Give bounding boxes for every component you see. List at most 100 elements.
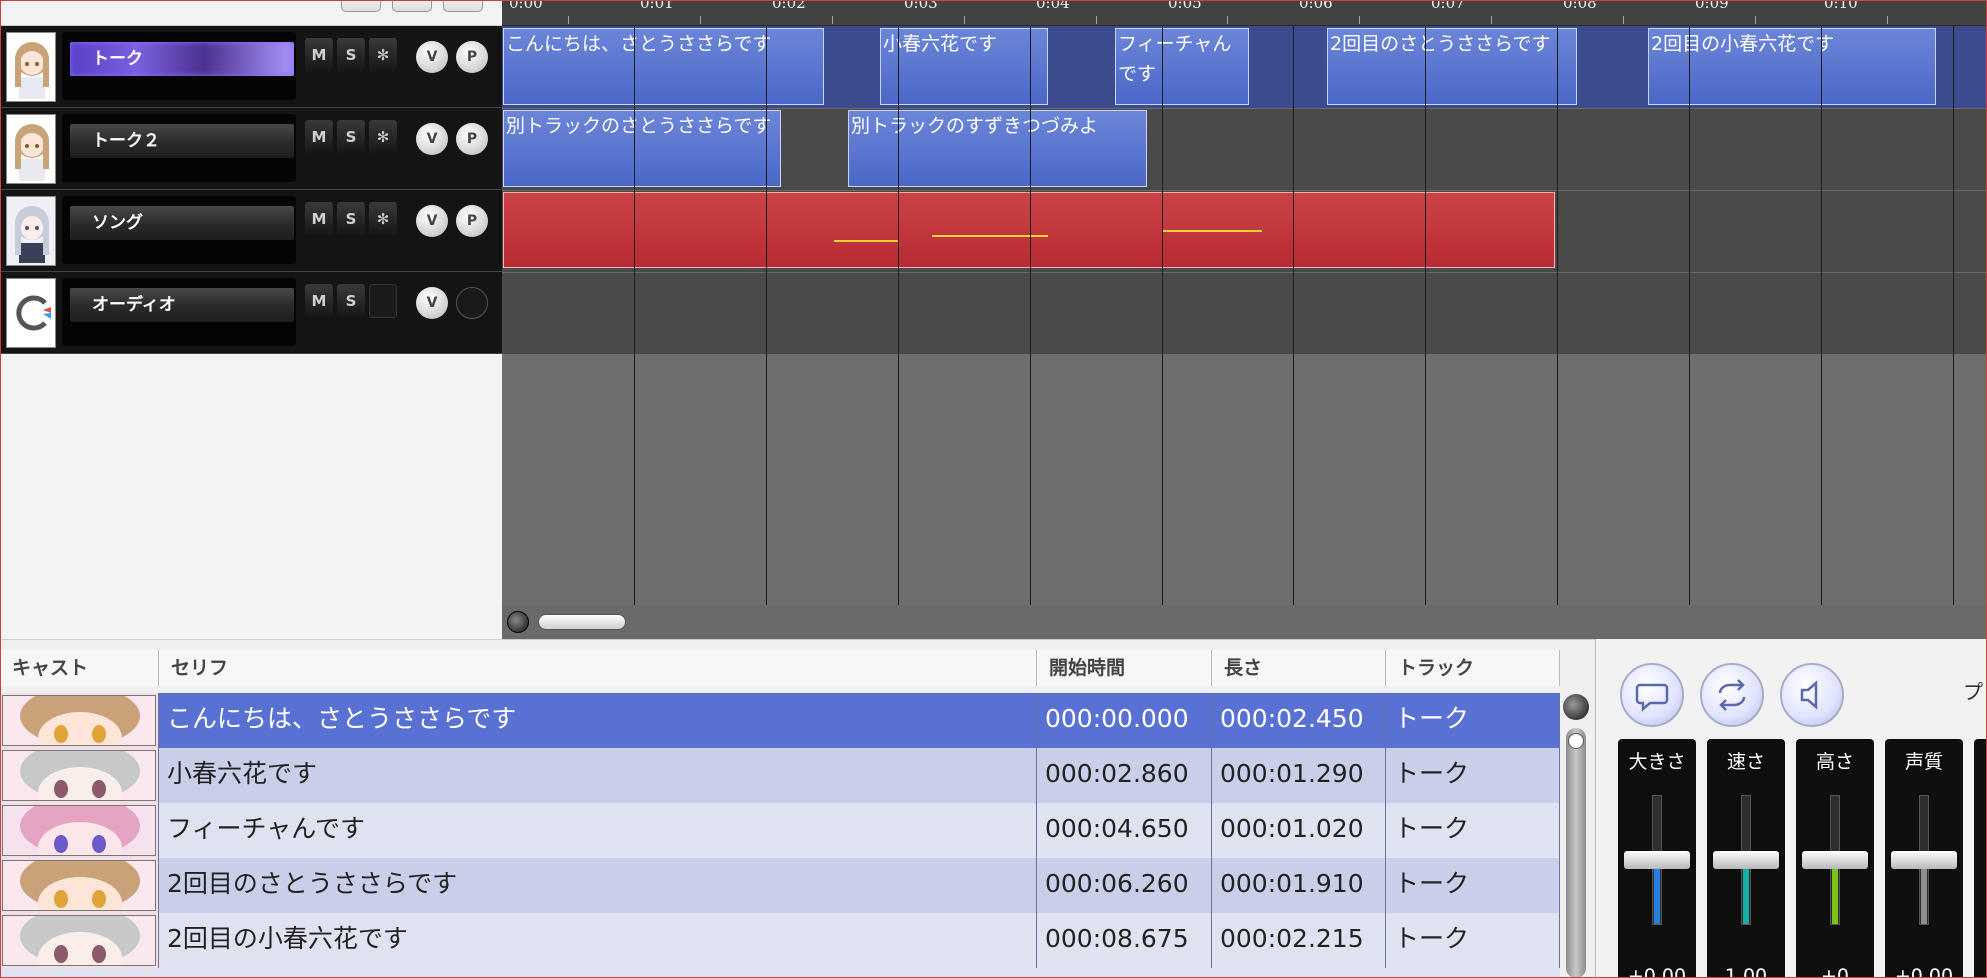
pan-button[interactable]: P (456, 41, 488, 73)
solo-button[interactable]: S (337, 38, 365, 72)
vertical-scroll-track[interactable] (1566, 728, 1586, 978)
track-row-talk2[interactable]: トーク２ M S ✻ V P (0, 108, 502, 190)
time-ruler[interactable]: 0:00 0:01 0:02 0:03 0:04 0:05 0:06 0:07 … (502, 0, 1987, 26)
volume-button[interactable]: V (416, 287, 448, 319)
repeat-icon[interactable] (1700, 663, 1764, 727)
volume-button[interactable]: V (416, 41, 448, 73)
table-row[interactable]: こんにちは、さとうささらです 000:00.000 000:02.450 トーク (0, 693, 1560, 748)
clip-talk[interactable]: フィーチャんです (1115, 28, 1249, 105)
horizontal-scroll-thumb[interactable] (538, 614, 626, 630)
start-cell[interactable]: 000:08.675 (1037, 913, 1212, 968)
track-name[interactable]: オーディオ (70, 288, 294, 322)
length-cell[interactable]: 000:01.020 (1212, 803, 1386, 858)
volume-button[interactable]: V (416, 205, 448, 237)
track-row-talk[interactable]: トーク M S ✻ V P (0, 26, 502, 108)
column-header-start[interactable]: 開始時間 (1037, 650, 1212, 686)
volume-fader[interactable]: 大きさ +0.00 (1618, 739, 1696, 978)
table-row[interactable]: 2回目のさとうささらです 000:06.260 000:01.910 トーク (0, 858, 1560, 913)
length-cell[interactable]: 000:01.910 (1212, 858, 1386, 913)
fader-value[interactable]: +0.00 (1885, 965, 1963, 978)
track-cell[interactable]: トーク (1386, 913, 1560, 968)
scroll-up-button[interactable] (1563, 694, 1589, 720)
track-row-audio[interactable]: オーディオ M S V (0, 272, 502, 354)
cast-portrait (2, 915, 156, 966)
pan-button[interactable]: P (456, 205, 488, 237)
scroll-left-button[interactable] (507, 611, 529, 633)
column-header-line[interactable]: セリフ (159, 650, 1037, 686)
freeze-button[interactable]: ✻ (369, 38, 397, 72)
track-row-song[interactable]: ソング M S ✻ V P (0, 190, 502, 272)
fader-value[interactable]: +0 (1796, 965, 1874, 978)
grid-line (766, 26, 767, 605)
clip-talk2[interactable]: 別トラックのさとうささらです (503, 110, 781, 187)
column-header-length[interactable]: 長さ (1212, 650, 1386, 686)
solo-button[interactable]: S (337, 284, 365, 318)
track-name[interactable]: トーク (70, 42, 294, 76)
line-cell[interactable]: こんにちは、さとうささらです (159, 693, 1037, 748)
toolbar-button-3[interactable] (443, 0, 483, 12)
clip-talk[interactable]: 2回目のさとうささらです (1327, 28, 1577, 105)
track-avatar (6, 196, 56, 266)
fader-knob[interactable] (1624, 851, 1690, 869)
horizontal-scrollbar[interactable] (502, 605, 1987, 639)
freeze-button[interactable]: ✻ (369, 202, 397, 236)
track-cell[interactable]: トーク (1386, 858, 1560, 913)
fader-value[interactable]: 1.00 (1707, 965, 1785, 978)
start-cell[interactable]: 000:02.860 (1037, 748, 1212, 803)
mute-button[interactable]: M (305, 38, 333, 72)
line-cell[interactable]: 小春六花です (159, 748, 1037, 803)
mute-button[interactable]: M (305, 202, 333, 236)
ruler-tick: 0:09 (1695, 0, 1729, 12)
fader-knob[interactable] (1713, 851, 1779, 869)
column-header-track[interactable]: トラック (1386, 650, 1560, 686)
voice-quality-fader[interactable]: 声質 +0.00 (1885, 739, 1963, 978)
freeze-button[interactable]: ✻ (369, 120, 397, 154)
table-row-partial[interactable] (0, 968, 1560, 978)
fader-value[interactable]: +0.00 (1618, 965, 1696, 978)
start-cell[interactable]: 000:04.650 (1037, 803, 1212, 858)
toolbar-button-1[interactable] (341, 0, 381, 12)
track-avatar (6, 278, 56, 348)
column-header-cast[interactable]: キャスト (0, 650, 159, 686)
track-name[interactable]: ソング (70, 206, 294, 240)
mute-button[interactable]: M (305, 284, 333, 318)
song-note[interactable] (834, 240, 898, 242)
table-row[interactable]: 小春六花です 000:02.860 000:01.290 トーク (0, 748, 1560, 803)
timeline[interactable]: 0:00 0:01 0:02 0:03 0:04 0:05 0:06 0:07 … (502, 0, 1987, 605)
track-cell[interactable]: トーク (1386, 693, 1560, 748)
lane-audio[interactable] (502, 272, 1987, 354)
table-row[interactable]: フィーチャんです 000:04.650 000:01.020 トーク (0, 803, 1560, 858)
length-cell[interactable]: 000:02.450 (1212, 693, 1386, 748)
volume-button[interactable]: V (416, 123, 448, 155)
fader-knob[interactable] (1802, 851, 1868, 869)
speech-bubble-icon[interactable] (1620, 663, 1684, 727)
toolbar-button-2[interactable] (392, 0, 432, 12)
length-cell[interactable]: 000:02.215 (1212, 913, 1386, 968)
start-cell[interactable]: 000:06.260 (1037, 858, 1212, 913)
fader-knob[interactable] (1891, 851, 1957, 869)
clip-talk2[interactable]: 別トラックのすずきつづみよ (848, 110, 1147, 187)
solo-button[interactable]: S (337, 202, 365, 236)
clip-song[interactable] (503, 192, 1555, 268)
speed-fader[interactable]: 速さ 1.00 (1707, 739, 1785, 978)
track-cell[interactable]: トーク (1386, 803, 1560, 858)
length-cell[interactable]: 000:01.290 (1212, 748, 1386, 803)
line-cell[interactable]: フィーチャんです (159, 803, 1037, 858)
line-cell[interactable]: 2回目の小春六花です (159, 913, 1037, 968)
speaker-icon[interactable] (1780, 663, 1844, 727)
solo-button[interactable]: S (337, 120, 365, 154)
extra-fader-partial[interactable] (1974, 739, 1987, 978)
pitch-fader[interactable]: 高さ +0 (1796, 739, 1874, 978)
clip-talk[interactable]: 小春六花です (880, 28, 1048, 105)
line-cell[interactable]: 2回目のさとうささらです (159, 858, 1037, 913)
track-cell[interactable]: トーク (1386, 748, 1560, 803)
start-cell[interactable]: 000:00.000 (1037, 693, 1212, 748)
table-row[interactable]: 2回目の小春六花です 000:08.675 000:02.215 トーク (0, 913, 1560, 968)
clip-talk[interactable]: こんにちは、さとうささらです (503, 28, 824, 105)
song-note[interactable] (1162, 230, 1262, 232)
track-name[interactable]: トーク２ (70, 124, 294, 158)
vertical-scroll-thumb[interactable] (1568, 733, 1584, 749)
clip-talk[interactable]: 2回目の小春六花です (1648, 28, 1936, 105)
pan-button[interactable]: P (456, 123, 488, 155)
mute-button[interactable]: M (305, 120, 333, 154)
